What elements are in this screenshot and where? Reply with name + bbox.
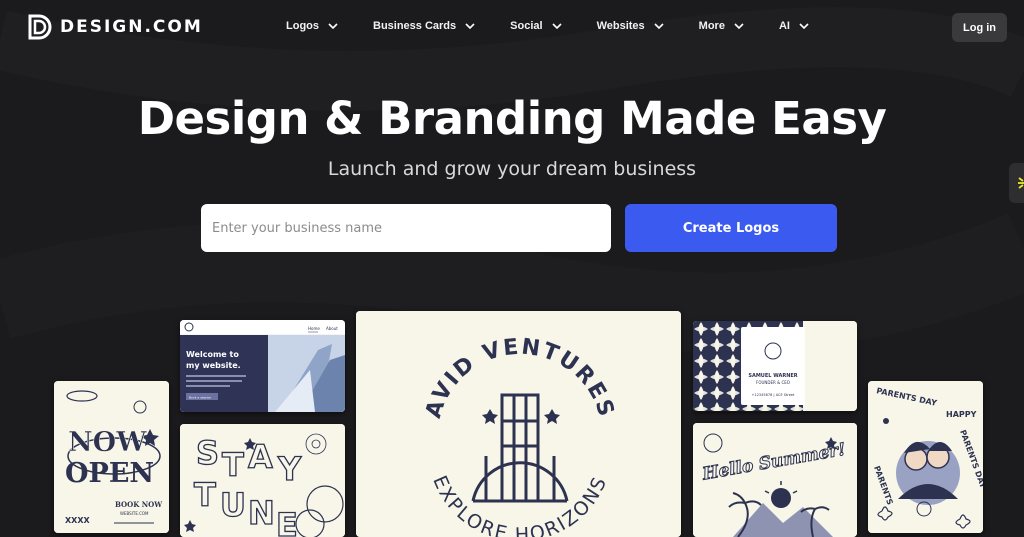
business-name-input[interactable] (201, 204, 611, 252)
site-book-button: Book a session (189, 396, 211, 400)
nav-item-more[interactable]: More (699, 20, 744, 32)
svg-text:T: T (222, 446, 244, 484)
brand-logo[interactable]: DESIGN.COM (28, 14, 203, 40)
parents-day-artwork: PARENTS DAY HAPPY PARENTS PARENTS DAY (868, 381, 983, 533)
login-button[interactable]: Log in (952, 13, 1007, 42)
hero-subtitle: Launch and grow your dream business (327, 158, 697, 180)
nav-item-websites[interactable]: Websites (597, 20, 664, 32)
template-card-stay-tuned[interactable]: S T A Y T U N E (180, 424, 345, 537)
website-url-text: WEBSITE.COM (120, 511, 149, 516)
site-heading-line2: my website. (186, 361, 241, 370)
nav-item-social[interactable]: Social (510, 20, 562, 32)
svg-text:U: U (220, 486, 246, 524)
happy-text: HAPPY (946, 410, 977, 419)
now-open-artwork: NOW OPEN BOOK NOW WEBSITE.COM XXXX (54, 381, 169, 533)
template-card-avid-ventures[interactable]: AVID VENTURES EXPLORE HORIZONS (356, 311, 681, 537)
template-card-hello-summer[interactable]: Hello Summer! (693, 423, 857, 537)
svg-text:N: N (248, 494, 275, 532)
site-heading-line1: Welcome to (186, 350, 239, 359)
x-marks-text: XXXX (65, 516, 91, 525)
svg-text:A: A (248, 438, 273, 476)
now-text: NOW (68, 427, 147, 458)
stay-tuned-artwork: S T A Y T U N E (180, 424, 345, 537)
template-card-parents-day[interactable]: PARENTS DAY HAPPY PARENTS PARENTS DAY (868, 381, 983, 533)
nav-item-label: More (698, 20, 725, 32)
chevron-down-icon (328, 23, 338, 30)
main-menu: Logos Business Cards Social Websites Mor… (286, 20, 844, 32)
chevron-down-icon (551, 23, 562, 30)
book-now-text: BOOK NOW (115, 500, 162, 509)
nav-item-label: Social (510, 20, 543, 32)
open-text: OPEN (65, 458, 154, 489)
chevron-down-icon (465, 23, 475, 30)
chevron-down-icon (799, 23, 809, 30)
chevron-down-icon (734, 23, 744, 30)
svg-text:E: E (276, 506, 298, 537)
template-card-business-card[interactable]: SAMUEL WARNER FOUNDER & CEO +12345678 | … (693, 321, 857, 411)
brand-mark-icon (28, 14, 52, 40)
svg-text:S: S (196, 434, 219, 472)
nav-item-label: Logos (286, 20, 319, 32)
nav-item-label: Business Cards (373, 20, 457, 32)
site-nav-about: About (326, 326, 338, 331)
nav-item-ai[interactable]: AI (779, 20, 809, 32)
sparkle-icon (1018, 177, 1024, 189)
template-card-website[interactable]: Home About Welcome to my website. Book a… (180, 320, 345, 412)
avid-ventures-artwork: AVID VENTURES EXPLORE HORIZONS (356, 311, 681, 537)
top-navigation: DESIGN.COM Logos Business Cards Social W… (0, 0, 1024, 56)
business-card-artwork: SAMUEL WARNER FOUNDER & CEO +12345678 | … (693, 321, 857, 411)
chevron-down-icon (654, 23, 664, 30)
website-artwork: Home About Welcome to my website. Book a… (180, 320, 345, 412)
nav-item-label: AI (778, 20, 790, 32)
hello-summer-artwork: Hello Summer! (693, 423, 857, 537)
card-person-role: FOUNDER & CEO (756, 380, 790, 385)
nav-item-business-cards[interactable]: Business Cards (373, 20, 475, 32)
nav-item-logos[interactable]: Logos (286, 20, 338, 32)
template-card-now-open[interactable]: NOW OPEN BOOK NOW WEBSITE.COM XXXX (54, 381, 169, 533)
hero-title: Design & Branding Made Easy (137, 92, 887, 145)
svg-text:T: T (194, 476, 216, 514)
card-person-name: SAMUEL WARNER (748, 373, 797, 379)
svg-text:Y: Y (277, 450, 302, 488)
brand-name: DESIGN.COM (60, 17, 203, 37)
card-contact: +12345678 | ACE Street (752, 393, 796, 397)
nav-item-label: Websites (596, 20, 645, 32)
site-nav-home: Home (308, 326, 320, 331)
side-widget-tab[interactable] (1009, 163, 1024, 203)
create-logos-button[interactable]: Create Logos (625, 204, 837, 252)
